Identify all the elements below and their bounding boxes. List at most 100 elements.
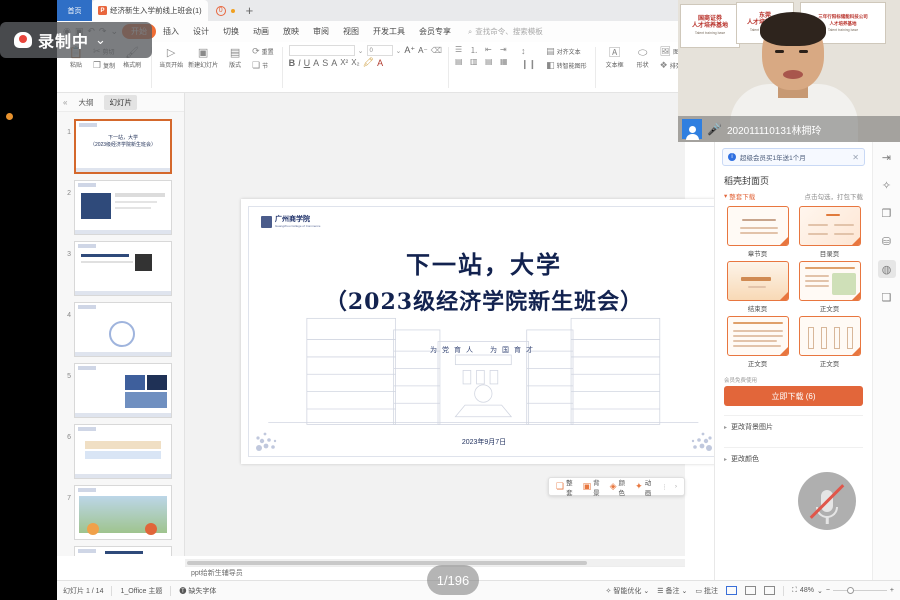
theme-label[interactable]: 1_Office 主题 xyxy=(120,586,162,596)
magic-wand-icon[interactable]: ✧ xyxy=(878,176,896,194)
recording-indicator[interactable]: 录制中 ⌄ xyxy=(0,22,152,58)
ribbon-tab-slideshow[interactable]: 放映 xyxy=(276,24,306,39)
thumbnail-item[interactable]: 4 xyxy=(57,299,184,360)
slide-sorter-view-icon[interactable] xyxy=(745,586,756,595)
ribbon-tab-transition[interactable]: 切换 xyxy=(216,24,246,39)
template-card-item[interactable]: 正文页 xyxy=(796,316,863,368)
template-thumbnail[interactable] xyxy=(727,206,789,246)
thumbnail-item[interactable]: 2 xyxy=(57,177,184,238)
collapse-panel-icon[interactable]: « xyxy=(63,98,67,107)
thumbnail-item[interactable]: 5 xyxy=(57,360,184,421)
font-size-caret-icon[interactable]: ⌄ xyxy=(396,47,402,55)
superscript-button[interactable]: X² xyxy=(340,58,348,67)
clear-format-icon[interactable]: ⌫ xyxy=(431,46,442,55)
zoom-caret-icon[interactable]: ⌄ xyxy=(817,587,823,595)
thumbnail-slide-2[interactable] xyxy=(74,180,172,235)
scrollbar-thumb[interactable] xyxy=(187,561,587,565)
quick-background-button[interactable]: ▣ 背景 xyxy=(583,477,603,497)
bold-button[interactable]: B xyxy=(289,58,296,68)
bullet-list-icon[interactable]: ☰ xyxy=(455,45,468,56)
thumbnail-slide-7[interactable] xyxy=(74,485,172,540)
align-center-icon[interactable]: ▥ xyxy=(470,57,483,66)
text-highlight-icon[interactable]: 🖍 xyxy=(363,57,374,68)
thumbnail-item[interactable]: 6 xyxy=(57,421,184,482)
chevron-down-icon[interactable]: ⌄ xyxy=(95,32,106,48)
template-thumbnail[interactable] xyxy=(727,316,789,356)
convert-smartart-button[interactable]: ◧ 转智能图形 xyxy=(544,59,589,72)
text-shadow-button[interactable]: A xyxy=(313,58,319,68)
ribbon-tab-review[interactable]: 审阅 xyxy=(306,24,336,39)
align-text-button[interactable]: ▤ 对齐文本 xyxy=(544,45,589,58)
panel-tab-slides[interactable]: 幻灯片 xyxy=(104,95,137,110)
arrow-right-icon[interactable]: ⇥ xyxy=(878,148,896,166)
copy-button[interactable]: ❐ 复制 xyxy=(91,59,117,72)
columns-button[interactable]: ❙❙ xyxy=(519,58,538,71)
quick-expand-icon[interactable]: › xyxy=(675,483,677,490)
slide-quick-toolbar[interactable]: ❏ 整套 ▣ 背景 ◈ 颜色 ✦ 动画 ⋮ › xyxy=(548,477,685,496)
subscript-button[interactable]: X₂ xyxy=(351,58,359,67)
docer-icon[interactable]: ◍ xyxy=(878,260,896,278)
microphone-muted-overlay-icon[interactable] xyxy=(798,472,856,530)
font-name-caret-icon[interactable]: ⌄ xyxy=(358,47,364,55)
justify-icon[interactable]: ▦ xyxy=(500,57,513,66)
character-spacing-button[interactable]: A xyxy=(331,58,337,68)
quick-animation-button[interactable]: ✦ 动画 xyxy=(635,477,654,497)
slide-title[interactable]: 下一站，大学 （2023级经济学院新生班会） xyxy=(249,245,719,316)
smart-optimize-button[interactable]: ✧ 智能优化 ⌄ xyxy=(605,586,649,596)
align-left-icon[interactable]: ▤ xyxy=(455,57,468,66)
template-thumbnail[interactable] xyxy=(727,261,789,301)
ribbon-tab-member[interactable]: 会员专享 xyxy=(412,24,458,39)
start-from-current-button[interactable]: ▷ 当页开始 xyxy=(158,45,184,69)
document-tab[interactable]: P 经济新生入学前线上班会(1) xyxy=(92,0,208,21)
align-right-icon[interactable]: ▤ xyxy=(485,57,498,66)
close-icon[interactable]: ✕ xyxy=(852,153,859,162)
fit-slide-icon[interactable]: ⛶ xyxy=(792,587,797,595)
copy-slide-icon[interactable]: ❐ xyxy=(878,204,896,222)
layout-button[interactable]: ▤ 版式 xyxy=(222,45,248,69)
thumbnail-slide-8[interactable] xyxy=(74,546,172,556)
thumbnail-slide-4[interactable] xyxy=(74,302,172,357)
reset-button[interactable]: ⟳ 重置 xyxy=(250,45,276,58)
membership-promo-banner[interactable]: i 超级会员买1年送1个月 ✕ xyxy=(722,148,865,166)
template-card-item[interactable]: 结束页 xyxy=(724,261,791,313)
font-name-input[interactable] xyxy=(289,45,355,56)
ribbon-tab-design[interactable]: 设计 xyxy=(186,24,216,39)
font-size-input[interactable]: 0 xyxy=(367,45,393,56)
slide-editing-canvas[interactable]: 广州商学院 Guangzhou College of Commerce xyxy=(185,93,685,556)
template-card-item[interactable]: 目录页 xyxy=(796,206,863,258)
shape-button[interactable]: ⬭ 形状 xyxy=(630,45,656,69)
template-thumbnail[interactable] xyxy=(799,316,861,356)
template-card-item[interactable]: 正文页 xyxy=(724,316,791,368)
thumbnail-list[interactable]: 1 下一站，大学 （2023级经济学院新生班会） 2 xyxy=(57,112,184,556)
line-spacing-button[interactable]: ↕ xyxy=(519,45,538,57)
missing-font-button[interactable]: 🅣 缺失字体 xyxy=(179,586,216,596)
video-participant-tile[interactable]: 国商证券 人才培养基地 Talent training base 东莞 人才培养… xyxy=(678,0,900,142)
template-card-item[interactable]: 正文页 xyxy=(796,261,863,313)
zoom-out-button[interactable]: − xyxy=(826,587,830,594)
italic-button[interactable]: I xyxy=(298,58,301,68)
thumbnail-slide-1[interactable]: 下一站，大学 （2023级经济学院新生班会） xyxy=(74,119,172,174)
lock-resource-icon[interactable]: ⛁ xyxy=(878,232,896,250)
quick-set-button[interactable]: ❏ 整套 xyxy=(556,477,576,497)
ribbon-tab-view[interactable]: 视图 xyxy=(336,24,366,39)
font-color-icon[interactable]: A xyxy=(377,58,383,68)
thumbnail-slide-5[interactable] xyxy=(74,363,172,418)
ribbon-tab-insert[interactable]: 插入 xyxy=(156,24,186,39)
thumbnail-item[interactable]: 8 xyxy=(57,543,184,556)
template-thumbnail[interactable] xyxy=(799,261,861,301)
tab-count-badge[interactable]: 0 xyxy=(216,6,226,16)
thumbnail-item[interactable]: 1 下一站，大学 （2023级经济学院新生班会） xyxy=(57,116,184,177)
normal-view-icon[interactable] xyxy=(726,586,737,595)
quick-more-icon[interactable]: ⋮ xyxy=(661,483,668,491)
zoom-control[interactable]: ⛶ 48% ⌄ − + xyxy=(792,587,894,595)
comments-button[interactable]: ▭ 批注 xyxy=(695,586,718,596)
home-tab[interactable]: 首页 xyxy=(57,0,92,21)
download-all-button[interactable]: ▾ 整套下载 xyxy=(724,191,755,201)
numbered-list-icon[interactable]: ⒈ xyxy=(470,45,483,56)
template-card-item[interactable]: 章节页 xyxy=(724,206,791,258)
thumbnail-slide-6[interactable] xyxy=(74,424,172,479)
zoom-in-button[interactable]: + xyxy=(890,587,894,594)
ribbon-tab-animation[interactable]: 动画 xyxy=(246,24,276,39)
download-now-button[interactable]: 立即下载 (6) xyxy=(724,386,863,406)
change-background-section[interactable]: ▸ 更改背景图片 xyxy=(724,415,863,438)
